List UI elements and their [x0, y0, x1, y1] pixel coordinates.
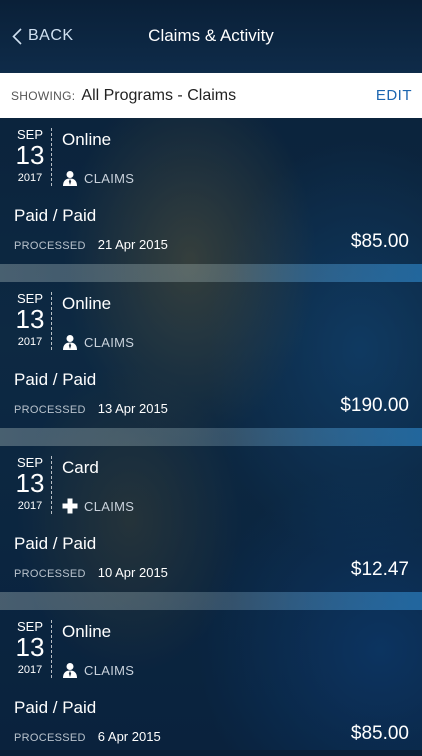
claim-method: Card	[62, 458, 99, 477]
claims-list: SEP 13 2017 Online CLAIMS Paid / Paid PR…	[0, 118, 422, 756]
claim-date: SEP 13 2017	[10, 128, 50, 184]
claim-date: SEP 13 2017	[10, 620, 50, 676]
claim-status: Paid / Paid	[14, 698, 97, 717]
claim-amount: $85.00	[350, 231, 409, 252]
claim-date: SEP 13 2017	[10, 292, 50, 348]
claim-card[interactable]: SEP 13 2017 Card CLAIMS Paid / Paid PROC…	[0, 446, 422, 592]
claim-method: Online	[62, 130, 112, 149]
processed-date: 6 Apr 2015	[97, 729, 161, 744]
date-divider	[51, 128, 52, 186]
claim-day: 13	[15, 140, 45, 170]
card-separator	[0, 264, 422, 282]
processed-label: PROCESSED	[14, 568, 86, 580]
claim-year: 2017	[17, 500, 43, 512]
claim-amount: $12.47	[350, 559, 409, 580]
claim-method: Online	[62, 294, 112, 313]
claim-date: SEP 13 2017	[10, 456, 50, 512]
date-divider	[51, 292, 52, 350]
processed-label: PROCESSED	[14, 732, 86, 744]
claim-category-label: CLAIMS	[84, 662, 135, 678]
claim-processed: PROCESSED 21 Apr 2015	[14, 237, 168, 252]
nav-bar: BACK Claims & Activity	[0, 0, 422, 72]
claim-amount: $85.00	[350, 723, 409, 744]
claim-day: 13	[15, 632, 45, 662]
claim-day: 13	[15, 468, 45, 498]
medical-cross-icon	[62, 498, 78, 514]
claim-day: 13	[15, 304, 45, 334]
claim-card[interactable]: SEP 13 2017 Online CLAIMS Paid / Paid PR…	[0, 118, 422, 264]
processed-date: 13 Apr 2015	[97, 401, 168, 416]
person-icon	[62, 662, 78, 678]
person-icon	[62, 170, 78, 186]
claim-processed: PROCESSED 10 Apr 2015	[14, 565, 168, 580]
processed-date: 10 Apr 2015	[97, 565, 168, 580]
claim-year: 2017	[17, 336, 43, 348]
page-title: Claims & Activity	[148, 26, 274, 45]
filter-bar[interactable]: SHOWING: All Programs - Claims EDIT	[0, 73, 422, 118]
edit-button[interactable]: EDIT	[376, 87, 412, 104]
claim-category: CLAIMS	[62, 170, 134, 186]
claim-card[interactable]: SEP 13 2017 Online CLAIMS Paid / Paid PR…	[0, 282, 422, 428]
claim-method: Online	[62, 622, 112, 641]
claim-status: Paid / Paid	[14, 370, 97, 389]
claim-year: 2017	[17, 172, 43, 184]
claim-category: CLAIMS	[62, 334, 134, 350]
card-separator	[0, 592, 422, 610]
claim-card[interactable]: SEP 13 2017 Online CLAIMS Paid / Paid PR…	[0, 610, 422, 756]
claim-processed: PROCESSED 13 Apr 2015	[14, 401, 168, 416]
card-separator	[0, 428, 422, 446]
claim-category: CLAIMS	[62, 498, 134, 514]
claim-category: CLAIMS	[62, 662, 134, 678]
claim-status: Paid / Paid	[14, 206, 97, 225]
processed-label: PROCESSED	[14, 240, 86, 252]
date-divider	[51, 456, 52, 514]
filter-label: SHOWING:	[11, 88, 76, 103]
processed-date: 21 Apr 2015	[97, 237, 168, 252]
person-icon	[62, 334, 78, 350]
claim-category-label: CLAIMS	[84, 498, 135, 514]
claim-year: 2017	[17, 664, 43, 676]
date-divider	[51, 620, 52, 678]
claim-category-label: CLAIMS	[84, 170, 135, 186]
filter-value: All Programs - Claims	[81, 86, 237, 104]
claim-processed: PROCESSED 6 Apr 2015	[14, 729, 161, 744]
processed-label: PROCESSED	[14, 404, 86, 416]
claim-category-label: CLAIMS	[84, 334, 135, 350]
claim-amount: $190.00	[340, 395, 409, 416]
claim-status: Paid / Paid	[14, 534, 97, 553]
